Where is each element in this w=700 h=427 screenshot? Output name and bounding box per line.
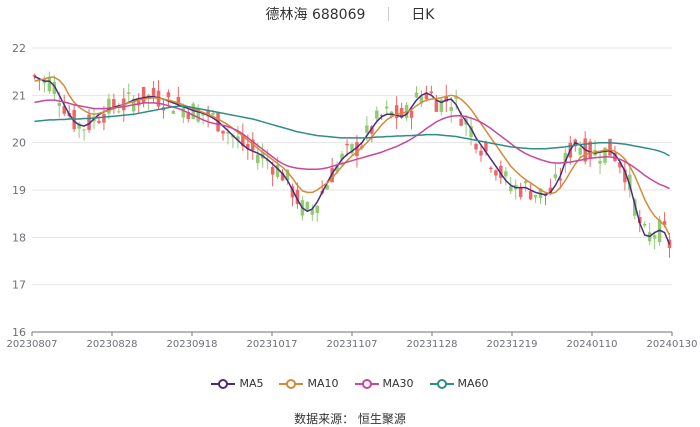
candle-body — [429, 91, 434, 94]
axis-layer: 16 17 18 19 20 21 22 20230807 20230828 20230918 20… — [7, 42, 698, 350]
x-tick-label: 20231107 — [327, 339, 378, 350]
candle-body — [479, 150, 483, 156]
legend-label: MA10 — [307, 377, 339, 390]
candle-body — [459, 118, 463, 126]
legend-marker-icon — [354, 378, 379, 389]
candle-body — [221, 130, 225, 134]
candle-body — [489, 167, 493, 170]
candle-body — [509, 186, 513, 192]
candle-body — [434, 100, 439, 112]
candle-body — [171, 110, 176, 114]
x-tick-label: 20230807 — [7, 339, 58, 350]
candle-body — [256, 154, 260, 164]
candle-body — [211, 112, 215, 115]
y-tick-label: 18 — [12, 231, 26, 244]
candle-body — [141, 86, 146, 104]
candle-body — [181, 106, 186, 118]
candlestick-chart: 16 17 18 19 20 21 22 20230807 20230828 20230918 20… — [7, 42, 698, 350]
candle-body — [82, 129, 86, 131]
x-tick-label: 20231128 — [407, 339, 458, 350]
x-tick-label: 20240130 — [647, 339, 698, 350]
candle-body — [345, 143, 349, 146]
legend-item-ma30[interactable]: MA30 — [354, 377, 414, 390]
candle-body — [409, 110, 414, 118]
candle-body — [305, 201, 310, 210]
x-tick-label: 20231219 — [487, 339, 538, 350]
candle-body — [528, 191, 533, 200]
legend-label: MA30 — [382, 377, 414, 390]
legend-label: MA5 — [239, 377, 264, 390]
candle-body — [365, 125, 369, 133]
candle-body — [102, 113, 106, 123]
candle-body — [642, 223, 647, 226]
candle-body — [375, 110, 379, 119]
candle-body — [598, 160, 602, 164]
candle-body — [47, 77, 52, 92]
candle-body — [518, 187, 523, 197]
candle-body — [117, 111, 121, 113]
series-line-ma10 — [34, 76, 671, 236]
candle-body — [494, 170, 498, 176]
legend: MA5 MA10 MA30 MA60 — [0, 377, 700, 393]
candle-body — [166, 92, 171, 98]
legend-item-ma5[interactable]: MA5 — [211, 377, 263, 390]
candle-body — [553, 174, 558, 179]
candle-body — [315, 205, 320, 214]
x-tick-label: 20231017 — [247, 339, 298, 350]
legend-marker-icon — [279, 378, 304, 389]
legend-label: MA60 — [457, 377, 489, 390]
y-tick-label: 19 — [12, 184, 26, 197]
moving-average-layer — [34, 75, 671, 245]
y-tick-label: 22 — [12, 42, 26, 55]
y-tick-label: 20 — [12, 137, 26, 150]
candle-body — [127, 92, 131, 94]
candle-body — [384, 106, 389, 109]
legend-marker-icon — [211, 378, 236, 389]
x-tick-label: 20230828 — [87, 339, 138, 350]
candle-body — [608, 138, 612, 156]
data-source: 数据来源： 恒生聚源 — [294, 412, 406, 426]
y-tick-label: 21 — [12, 89, 26, 102]
y-tick-label: 17 — [12, 279, 26, 292]
candle-body — [449, 106, 453, 111]
candle-body — [578, 147, 582, 155]
candle-body — [533, 194, 538, 198]
grid-layer — [32, 47, 672, 333]
candle-body — [652, 235, 657, 239]
legend-marker-icon — [429, 378, 454, 389]
candle-body — [474, 143, 478, 150]
candle-body — [414, 92, 419, 98]
legend-item-ma10[interactable]: MA10 — [279, 377, 339, 390]
x-tick-label: 20240110 — [567, 339, 618, 350]
candle-body — [57, 102, 62, 106]
y-tick-label: 16 — [12, 326, 26, 339]
candle-body — [270, 167, 275, 175]
legend-item-ma60[interactable]: MA60 — [429, 377, 489, 390]
candle-body — [504, 171, 508, 177]
x-tick-label: 20230918 — [167, 339, 218, 350]
candle-body — [97, 120, 101, 123]
